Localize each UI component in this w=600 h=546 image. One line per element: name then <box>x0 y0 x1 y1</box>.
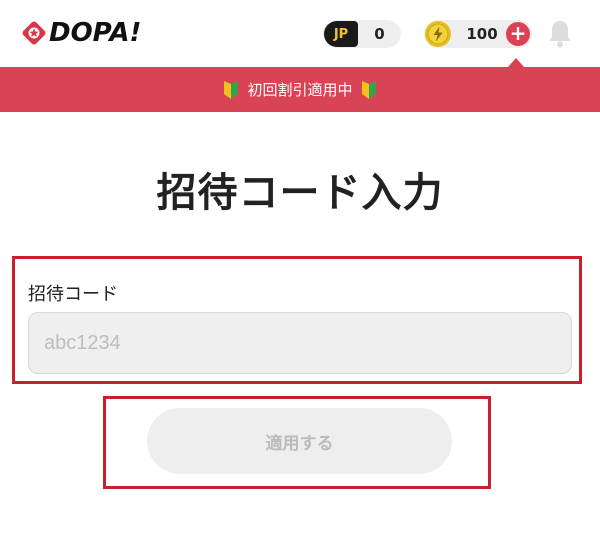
logo-text: DOPA! <box>49 18 142 48</box>
dopa-logo-icon <box>22 21 46 45</box>
dopa-logo[interactable]: DOPA! <box>20 18 141 48</box>
jp-ticket-count: 0 <box>374 25 385 43</box>
invite-code-label: 招待コード <box>28 284 118 305</box>
banner-text: 初回割引適用中 <box>247 81 353 99</box>
page-title: 招待コード入力 <box>156 170 444 216</box>
coin-icon <box>425 21 451 47</box>
app-header: DOPA! JP 0 100 + <box>0 0 600 67</box>
beginner-mark-icon <box>361 80 376 99</box>
discount-banner: 初回割引適用中 <box>0 67 600 112</box>
jp-ticket-icon: JP <box>324 21 358 47</box>
invite-code-input[interactable] <box>28 312 572 374</box>
coin-balance[interactable]: 100 + <box>424 20 532 48</box>
jp-ticket-balance[interactable]: JP 0 <box>323 20 401 48</box>
beginner-mark-icon <box>224 80 239 99</box>
coin-count: 100 <box>466 25 498 43</box>
add-coin-button[interactable]: + <box>506 22 530 46</box>
bell-icon[interactable] <box>545 18 575 50</box>
apply-button[interactable]: 適用する <box>147 408 452 474</box>
